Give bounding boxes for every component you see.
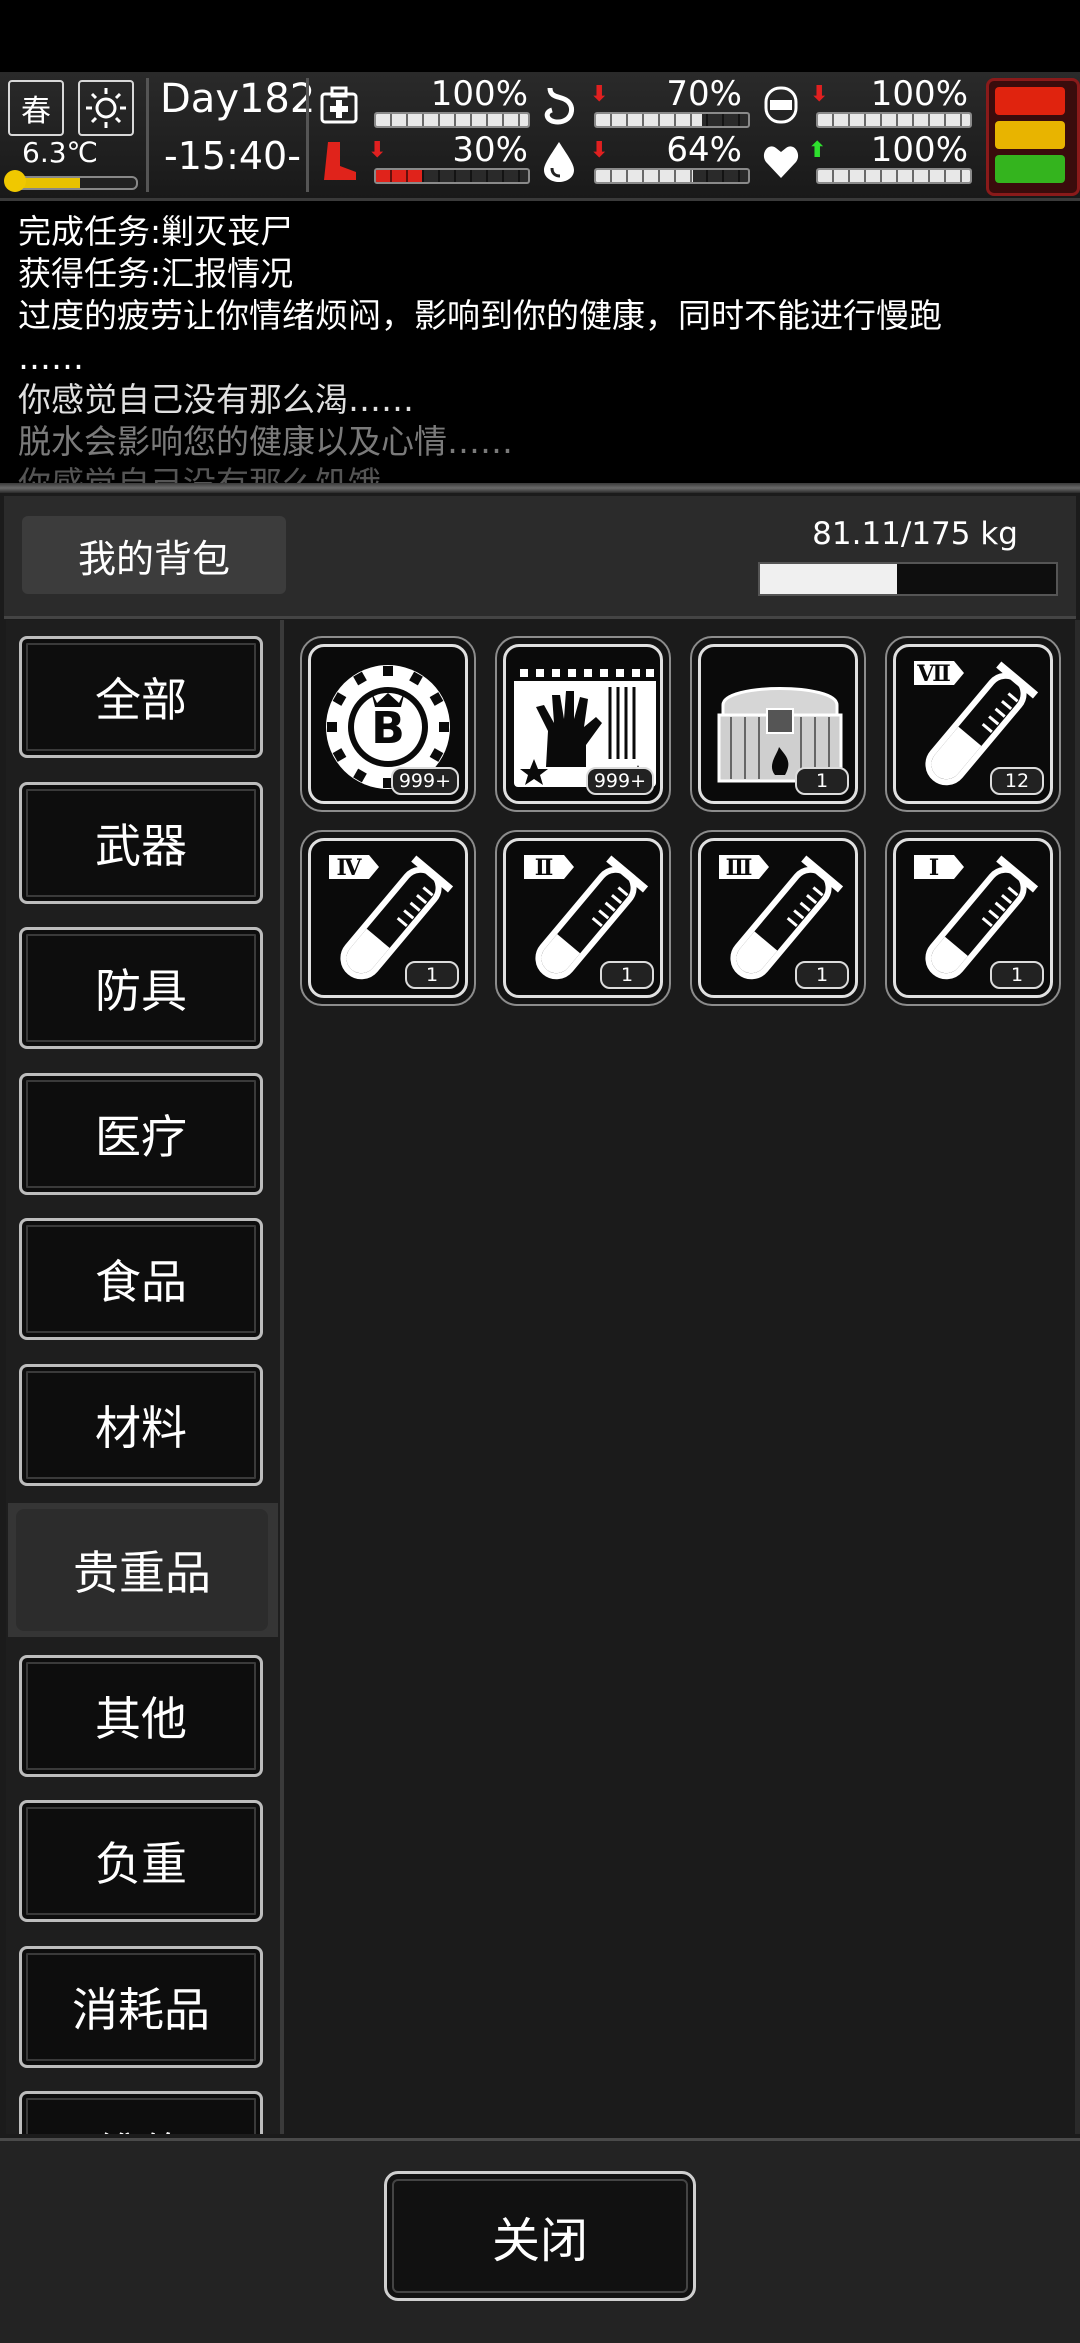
water-drop-icon — [538, 140, 580, 182]
test-tube-icon: Ⅶ 12 — [893, 644, 1053, 804]
category-button-4[interactable]: 食品 — [19, 1218, 263, 1340]
category-button-3[interactable]: 医疗 — [19, 1072, 263, 1195]
sun-icon — [78, 80, 134, 136]
item-slot[interactable]: Ⅳ1 — [300, 830, 476, 1006]
stat-value: 100% — [430, 74, 528, 114]
category-button-6[interactable]: 贵重品 — [16, 1509, 268, 1631]
test-tube-icon: Ⅳ1 — [308, 838, 468, 998]
item-count-badge: 1 — [600, 961, 654, 989]
item-slot[interactable]: Ⅰ1 — [885, 830, 1061, 1006]
stat-value: 64% — [666, 130, 742, 170]
stat-bar — [374, 112, 530, 128]
svg-text:Ⅱ: Ⅱ — [535, 855, 554, 881]
stat-bar — [816, 168, 972, 184]
top-black-strip — [0, 0, 1080, 72]
item-slot[interactable]: Ⅶ 12 — [885, 636, 1061, 812]
shield-icon — [760, 84, 802, 126]
stat-value: 30% — [452, 130, 528, 170]
bitcoin-chip-icon: B 999+ — [308, 644, 468, 804]
item-slot[interactable]: Ⅲ1 — [690, 830, 866, 1006]
stat-bar — [594, 112, 750, 128]
item-count-badge: 1 — [990, 961, 1044, 989]
category-button-5[interactable]: 材料 — [19, 1363, 263, 1486]
alert-indicator[interactable] — [986, 78, 1080, 196]
thermometer-bulb-icon — [4, 170, 26, 192]
category-button-9[interactable]: 消耗品 — [19, 1945, 263, 2068]
temperature-label: 6.3℃ — [22, 136, 98, 169]
item-count-badge: 1 — [795, 767, 849, 795]
temperature-bar — [10, 176, 138, 190]
item-count-badge: 1 — [405, 961, 459, 989]
svg-text:Ⅰ: Ⅰ — [929, 855, 939, 881]
alert-red-light — [995, 87, 1065, 115]
stat-bar — [594, 168, 750, 184]
log-line: 你感觉自己没有那么饥饿 — [18, 463, 381, 483]
heart-icon — [760, 140, 802, 182]
alert-green-light — [995, 155, 1065, 183]
stat-value: 100% — [870, 74, 968, 114]
day-label: Day182 — [160, 76, 316, 122]
backpack-title: 我的背包 — [22, 516, 286, 594]
test-tube-icon: Ⅱ1 — [503, 838, 663, 998]
sidebar-divider — [280, 620, 284, 2134]
stat-bar — [374, 168, 530, 184]
log-line: 你感觉自己没有那么渴…… — [18, 380, 414, 419]
weight-label: 81.11/175 kg — [812, 516, 1018, 552]
stat-value: 100% — [870, 130, 968, 170]
svg-text:Ⅲ: Ⅲ — [726, 855, 753, 881]
category-button-1[interactable]: 武器 — [19, 781, 263, 904]
stat-bar — [816, 112, 972, 128]
treasure-chest-icon: 1 — [698, 644, 858, 804]
time-label: -15:40- — [164, 134, 301, 178]
log-line: …… — [18, 338, 84, 377]
category-sidebar[interactable]: 全部武器防具医疗食品材料贵重品其他负重消耗品维修 — [6, 620, 282, 2134]
log-line: 完成任务:剿灭丧尸 — [18, 212, 294, 251]
message-log: 完成任务:剿灭丧尸 获得任务:汇报情况 过度的疲劳让你情绪烦闷，影响到你的健康，… — [0, 201, 1080, 483]
zombie-ticket-icon: 999+ — [503, 644, 663, 804]
category-button-8[interactable]: 负重 — [19, 1800, 263, 1922]
stomach-icon — [538, 84, 580, 126]
test-tube-icon: Ⅲ1 — [698, 838, 858, 998]
category-button-0[interactable]: 全部 — [19, 636, 263, 758]
season-badge: 春 — [8, 80, 64, 136]
log-divider — [0, 483, 1080, 493]
close-button[interactable]: 关闭 — [384, 2171, 696, 2301]
item-count-badge: 1 — [795, 961, 849, 989]
log-line: 脱水会影响您的健康以及心情…… — [18, 422, 513, 461]
boot-icon — [318, 140, 360, 182]
item-grid: B 999+ 999+ 1 Ⅶ 12 Ⅳ 1 Ⅱ 1 Ⅲ 1 Ⅰ 1 — [286, 620, 1076, 2134]
health-icon — [318, 84, 360, 126]
weight-bar-fill — [760, 564, 898, 594]
svg-text:Ⅳ: Ⅳ — [337, 855, 363, 881]
item-count-badge: 12 — [990, 767, 1044, 795]
item-slot[interactable]: 999+ — [495, 636, 671, 812]
backpack-header: 我的背包 81.11/175 kg — [4, 496, 1076, 619]
svg-text:B: B — [371, 703, 405, 754]
log-line: 获得任务:汇报情况 — [18, 254, 294, 293]
status-bar: 春 6.3℃ Day182 -15:40- 100% ⬇ 70% ⬇ 100% ⬇ 30% ⬇… — [0, 72, 1080, 201]
footer-bar: 关闭 — [0, 2138, 1080, 2343]
category-button-7[interactable]: 其他 — [19, 1654, 263, 1777]
category-button-2[interactable]: 防具 — [19, 927, 263, 1049]
alert-yellow-light — [995, 121, 1065, 149]
log-line: 过度的疲劳让你情绪烦闷，影响到你的健康，同时不能进行慢跑 — [18, 296, 942, 335]
stat-value: 70% — [666, 74, 742, 114]
grid-scrollbar[interactable] — [1075, 620, 1080, 2134]
test-tube-icon: Ⅰ1 — [893, 838, 1053, 998]
item-slot[interactable]: B 999+ — [300, 636, 476, 812]
item-count-badge: 999+ — [390, 767, 459, 795]
item-slot[interactable]: Ⅱ1 — [495, 830, 671, 1006]
item-count-badge: 999+ — [585, 767, 654, 795]
weight-bar — [758, 562, 1058, 596]
svg-text:Ⅶ: Ⅶ — [916, 661, 951, 687]
item-slot[interactable]: 1 — [690, 636, 866, 812]
season-label: 春 — [21, 94, 51, 129]
category-button-10[interactable]: 维修 — [19, 2091, 263, 2134]
